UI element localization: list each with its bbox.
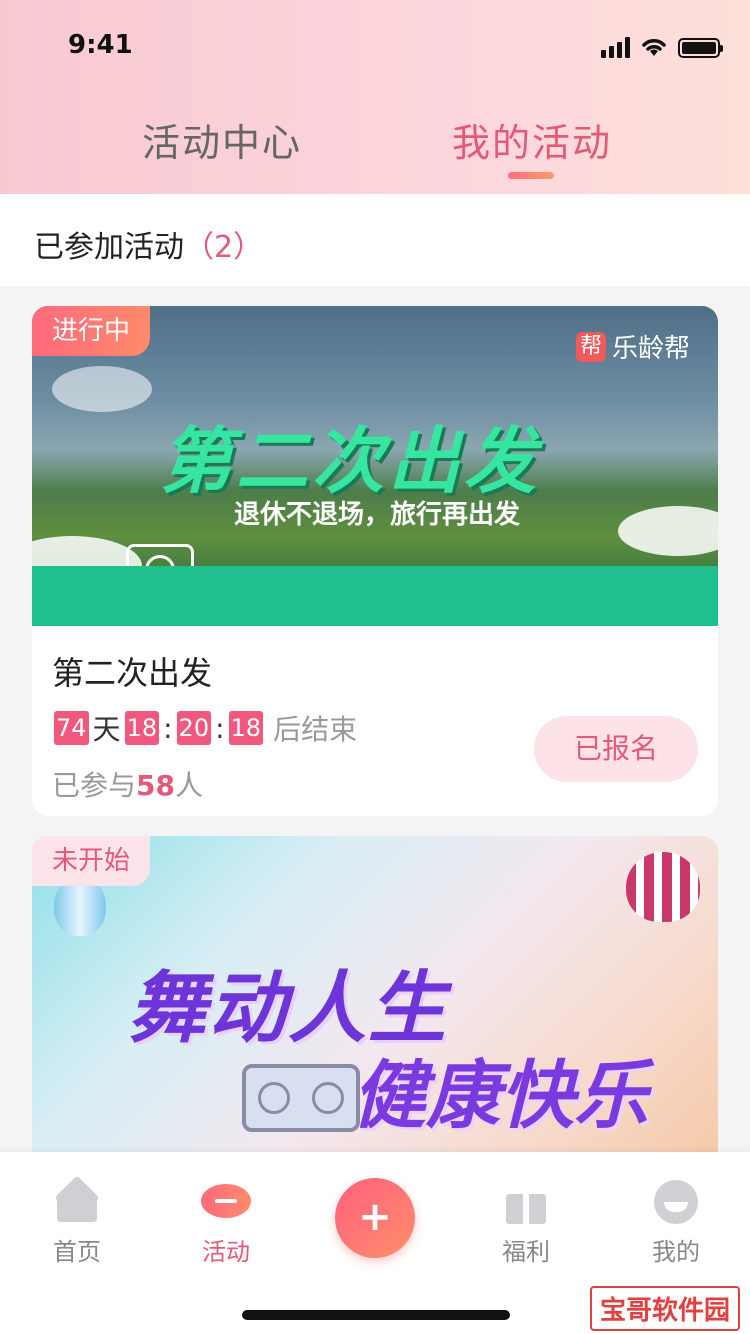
joined-count: （2）	[184, 230, 264, 265]
joined-activities-title: 已参加活动（2）	[34, 222, 263, 266]
tab-activity-label: 活动	[202, 1238, 250, 1266]
battery-icon	[678, 38, 723, 58]
countdown-suffix: 后结束	[273, 713, 358, 746]
gift-icon	[506, 1180, 546, 1224]
wifi-icon	[642, 39, 666, 56]
banner-title-line2: 健康快乐	[352, 1053, 648, 1139]
tab-activity[interactable]: 活动	[171, 1180, 281, 1267]
countdown: 74 天 18 : 20 : 18 后结束	[52, 708, 357, 748]
banner-subtitle: 退休不退场，旅行再出发	[233, 500, 520, 530]
tab-my-activities[interactable]: 我的活动	[452, 112, 612, 167]
activity-card[interactable]: 帮 乐龄帮 第二次出发 退休不退场，旅行再出发 进行中 第二次出发 74 天 1…	[32, 306, 718, 816]
countdown-separator: :	[163, 711, 173, 745]
status-time: 9:41	[68, 30, 133, 60]
banner-title: 第二次出发	[160, 419, 541, 503]
add-activity-button[interactable]: +	[335, 1178, 415, 1258]
tab-welfare-label: 福利	[502, 1238, 550, 1266]
countdown-hours: 18	[124, 711, 160, 745]
tab-profile[interactable]: 我的	[621, 1180, 731, 1267]
countdown-minutes: 20	[176, 711, 212, 745]
header: 9:41 活动中心 我的活动	[0, 0, 750, 194]
participants: 已参与58人	[52, 764, 203, 804]
status-badge: 进行中	[32, 306, 151, 356]
signed-up-button[interactable]: 已报名	[534, 716, 698, 782]
participants-suffix: 人	[174, 769, 203, 802]
signal-icon	[601, 36, 630, 58]
app-logo: 帮 乐龄帮	[575, 328, 690, 365]
tab-welfare[interactable]: 福利	[471, 1180, 581, 1267]
tab-home[interactable]: 首页	[22, 1180, 132, 1267]
participants-prefix: 已参与	[52, 769, 137, 802]
status-icons	[601, 34, 723, 58]
tab-home-label: 首页	[53, 1238, 101, 1266]
participants-count: 58	[136, 769, 175, 802]
home-icon	[55, 1180, 99, 1224]
radio-illustration	[242, 1064, 360, 1132]
tab-active-indicator	[508, 172, 554, 179]
cloud-decoration	[618, 506, 718, 556]
profile-icon	[654, 1180, 698, 1224]
joined-label: 已参加活动	[34, 230, 184, 265]
home-indicator	[242, 1310, 510, 1320]
banner-bottom-band	[32, 566, 718, 626]
hot-air-balloon-icon	[626, 852, 700, 922]
activity-banner[interactable]: 舞动人生 健康快乐 未开始	[32, 836, 718, 1166]
countdown-day-unit: 天	[92, 713, 121, 746]
activity-title: 第二次出发	[52, 654, 213, 692]
logo-mark-icon: 帮	[575, 331, 606, 362]
activity-banner[interactable]: 帮 乐龄帮 第二次出发 退休不退场，旅行再出发 进行中	[32, 306, 718, 626]
activity-card[interactable]: 舞动人生 健康快乐 未开始	[32, 836, 718, 1166]
countdown-days: 74	[54, 711, 89, 745]
countdown-separator: :	[215, 711, 225, 745]
watermark: 宝哥软件园	[589, 1286, 740, 1331]
status-badge: 未开始	[32, 836, 151, 886]
activity-icon	[201, 1184, 251, 1218]
tab-activity-center[interactable]: 活动中心	[142, 112, 302, 167]
logo-text: 乐龄帮	[611, 334, 690, 364]
cloud-decoration	[52, 366, 152, 412]
countdown-seconds: 18	[228, 711, 264, 745]
tab-profile-label: 我的	[652, 1238, 700, 1266]
